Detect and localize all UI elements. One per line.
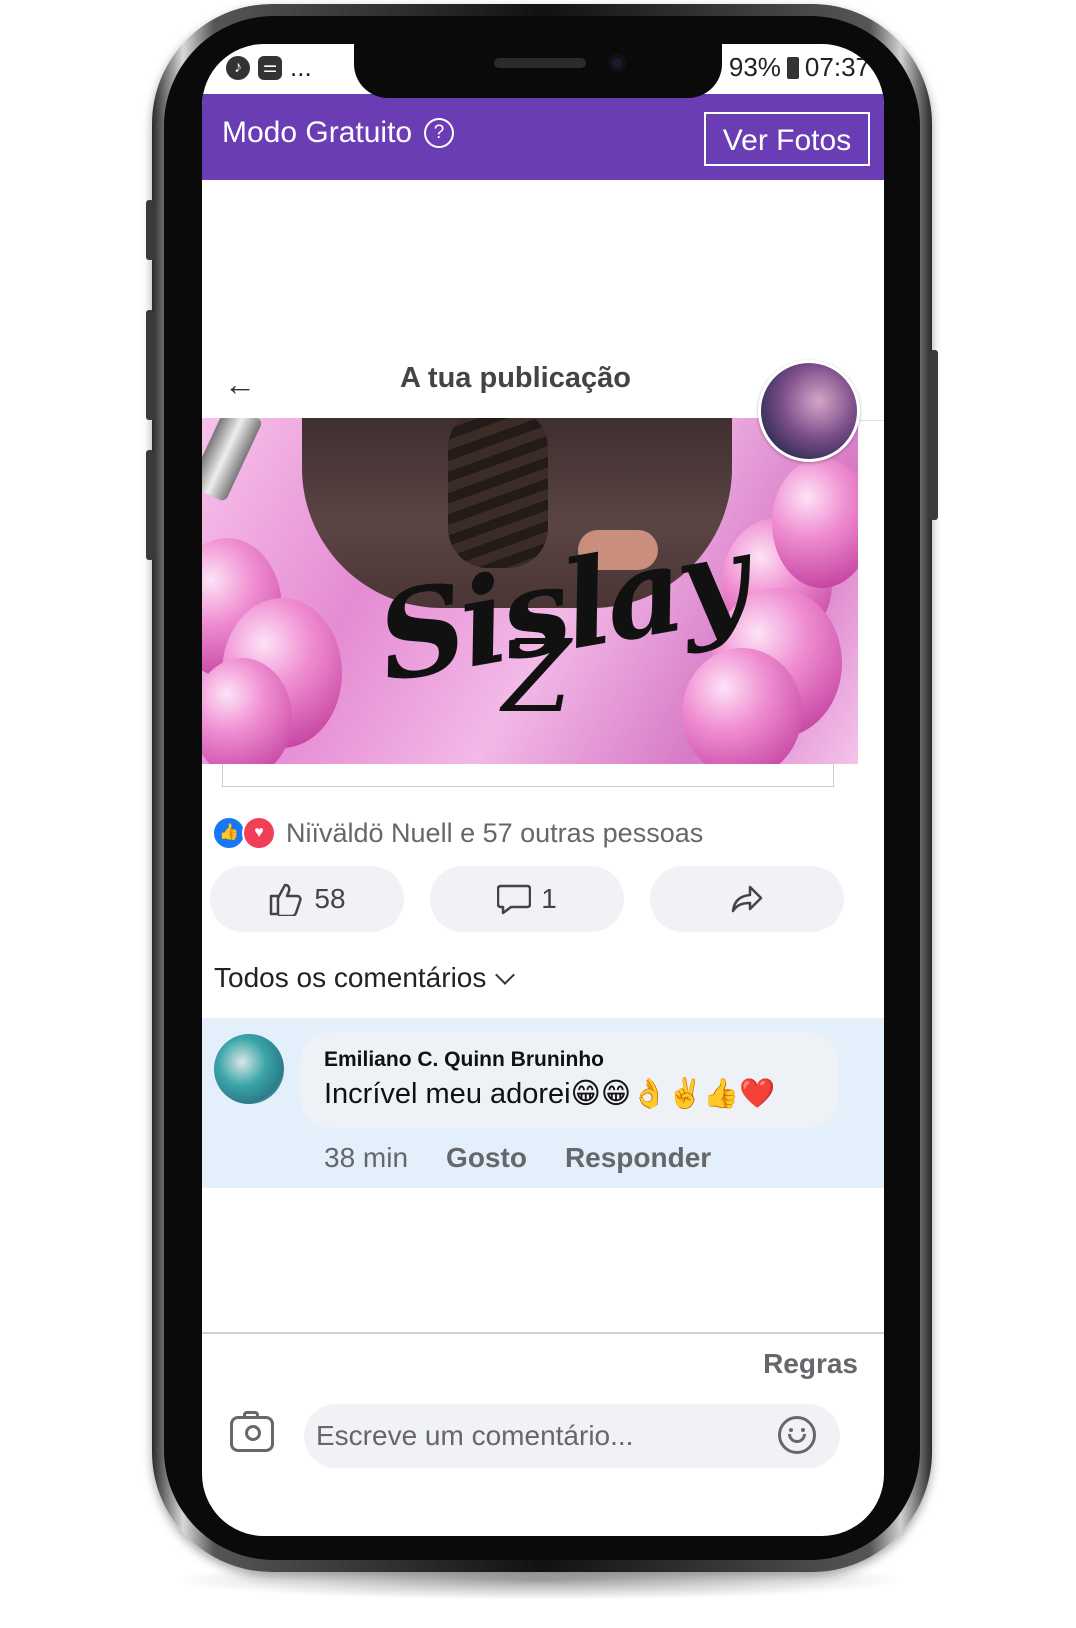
view-photos-button[interactable]: Ver Fotos <box>704 112 870 166</box>
status-more: ... <box>290 52 312 82</box>
back-arrow-icon[interactable]: ← <box>224 366 256 403</box>
phone-button-mute <box>146 200 154 260</box>
comment-reply-button[interactable]: Responder <box>565 1142 711 1174</box>
comments-filter-dropdown[interactable]: Todos os comentários <box>214 962 516 994</box>
comment-item: Emiliano C. Quinn Bruninho Incrível meu … <box>202 1018 884 1188</box>
toggle-icon: ⚌ <box>258 55 282 80</box>
comment-like-button[interactable]: Gosto <box>446 1142 527 1174</box>
post-title: A tua publicação <box>400 362 631 394</box>
share-arrow-icon <box>731 885 763 913</box>
microphone-graphic <box>202 418 264 503</box>
status-left: ♪ ⚌ ... <box>226 52 312 83</box>
comment-bubble-icon <box>497 884 532 915</box>
comment-input[interactable] <box>304 1404 840 1468</box>
speaker-grille <box>494 58 586 68</box>
comment-meta: 38 min Gosto Responder <box>324 1142 711 1174</box>
clock: 07:37 <box>804 52 870 82</box>
image-subtitle-text: Z <box>502 618 572 735</box>
tiktok-icon: ♪ <box>226 55 250 80</box>
notch <box>354 44 722 98</box>
comment-bubble[interactable]: Emiliano C. Quinn Bruninho Incrível meu … <box>300 1032 838 1128</box>
comments-filter-label: Todos os comentários <box>214 962 487 993</box>
status-right: 93% 07:37 <box>729 52 870 83</box>
like-count: 58 <box>314 883 346 914</box>
free-mode-toggle[interactable]: Modo Gratuito ? <box>222 116 455 150</box>
battery-icon <box>786 56 799 79</box>
comment-author[interactable]: Emiliano C. Quinn Bruninho <box>324 1048 604 1072</box>
phone-button-volume-down <box>146 450 154 560</box>
help-icon[interactable]: ? <box>424 118 455 148</box>
chevron-down-icon <box>495 965 516 985</box>
footer-divider <box>202 1332 884 1334</box>
emoji-icon[interactable] <box>778 1416 816 1454</box>
phone-screen: ♪ ⚌ ... 93% 07:37 Modo Gratuito ? Ver Fo… <box>202 44 884 1536</box>
reactions-summary[interactable]: 👍 ♥ Niïväldö Nuell e 57 outras pessoas <box>212 816 703 850</box>
reactions-text: Niïväldö Nuell e 57 outras pessoas <box>286 817 704 848</box>
camera-icon[interactable] <box>230 1411 274 1452</box>
image-frame-line <box>222 764 834 787</box>
rules-link[interactable]: Regras <box>763 1348 858 1380</box>
top-bar: Modo Gratuito ? Ver Fotos <box>202 94 884 180</box>
thumbs-up-icon <box>270 883 303 916</box>
comment-count: 1 <box>541 883 557 914</box>
like-button[interactable]: 58 <box>210 866 404 932</box>
love-reaction-icon: ♥ <box>242 816 276 850</box>
commenter-avatar[interactable] <box>214 1034 284 1104</box>
front-camera <box>608 54 626 72</box>
post-author-avatar[interactable] <box>758 360 860 462</box>
share-button[interactable] <box>650 866 844 932</box>
like-reaction-icon: 👍 <box>212 816 246 850</box>
phone-button-volume-up <box>146 310 154 420</box>
comment-button[interactable]: 1 <box>430 866 624 932</box>
comment-time: 38 min <box>324 1142 409 1173</box>
comment-text: Incrível meu adorei😁😁👌✌️👍❤️ <box>324 1078 776 1110</box>
phone-button-power <box>930 350 938 520</box>
post-image[interactable]: Sislay Z <box>202 418 858 764</box>
free-mode-label: Modo Gratuito <box>222 116 413 149</box>
battery-percent: 93% <box>728 52 781 82</box>
